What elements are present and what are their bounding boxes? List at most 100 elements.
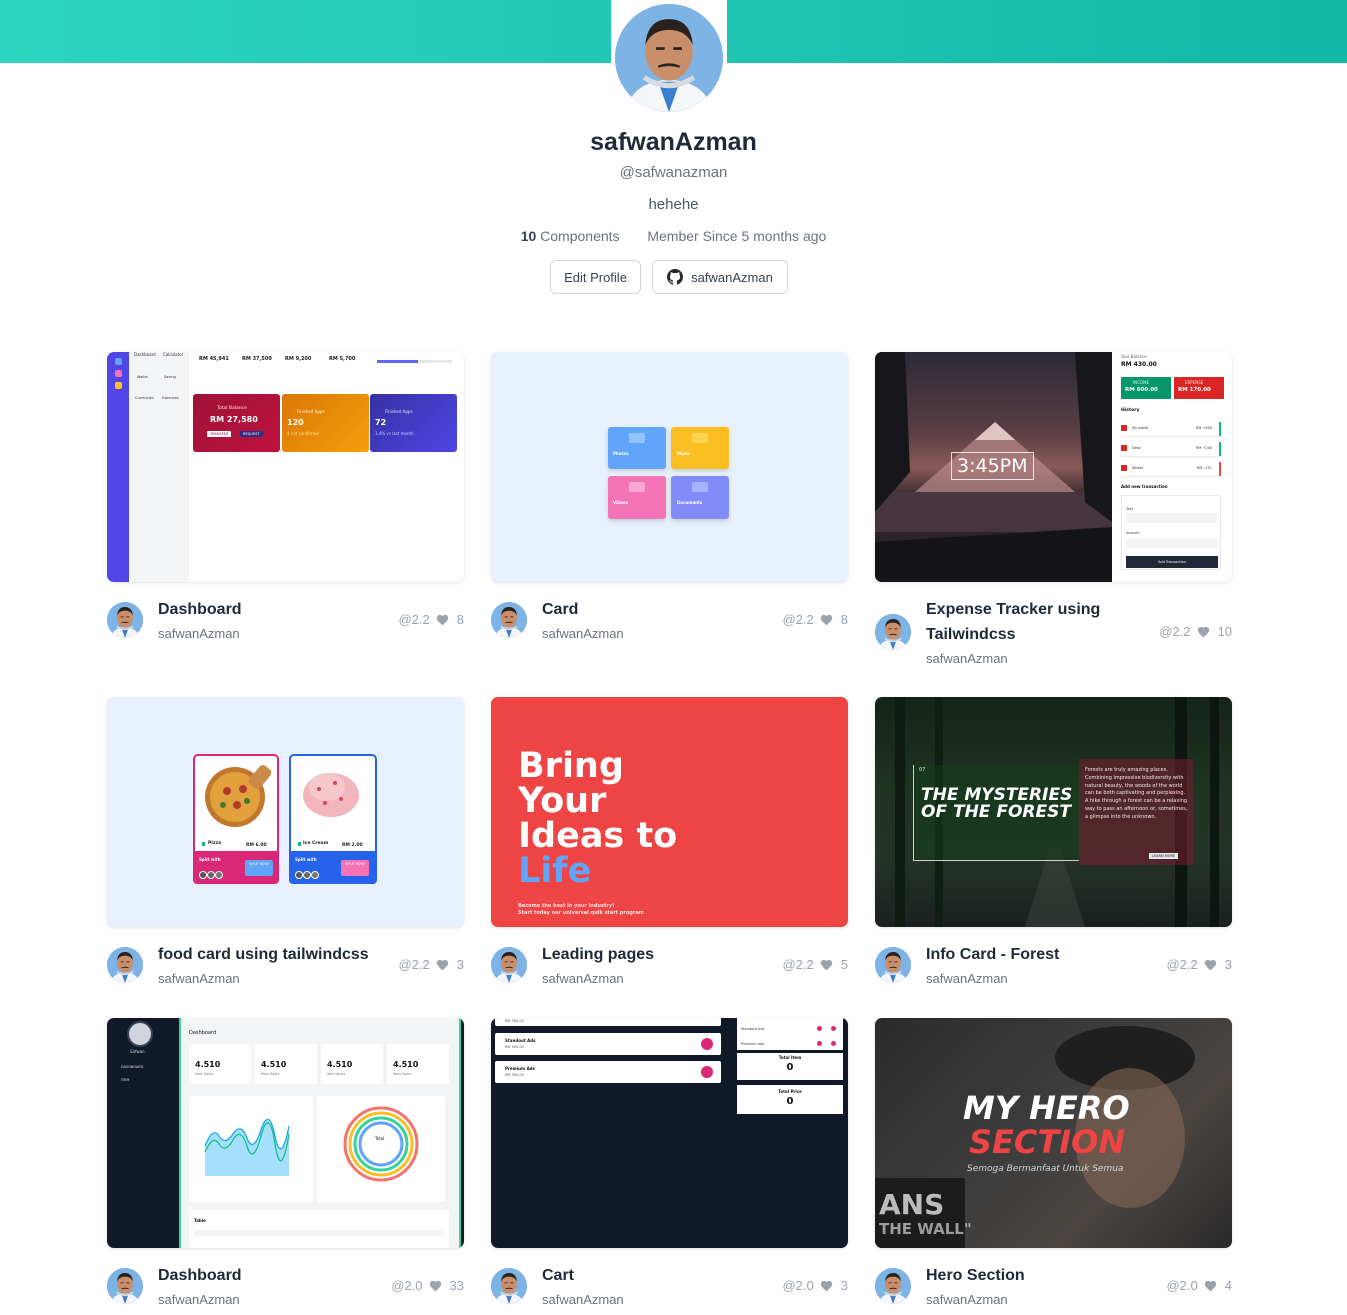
forest-title-2: OF THE FOREST (921, 802, 1071, 822)
heart-icon[interactable] (820, 1280, 833, 1292)
version-badge: @2.2 (398, 612, 430, 627)
component-title[interactable]: Cart (542, 1263, 574, 1288)
author-avatar[interactable] (491, 602, 527, 638)
like-count: 10 (1217, 624, 1232, 639)
heart-icon[interactable] (436, 614, 449, 626)
heart-icon[interactable] (1204, 1280, 1217, 1292)
food-price-2: RM 2.00 (342, 843, 363, 848)
expense-income: RM 600.00 (1125, 387, 1158, 393)
dash2-stat-2: 4.510 (261, 1060, 287, 1069)
component-preview[interactable]: 07 THE MYSTERIES OF THE FOREST Forests a… (875, 697, 1232, 927)
dash1-stat-1: RM 45,941 (199, 356, 229, 362)
dash1-nav-saving: Saving (164, 375, 176, 379)
profile-stats: 10 Components Member Since 5 months ago (0, 228, 1347, 244)
version-badge: @2.2 (782, 612, 814, 627)
component-title[interactable]: Info Card - Forest (926, 942, 1059, 967)
dash2-table-title: Table (194, 1218, 206, 1223)
component-title[interactable]: Card (542, 597, 578, 622)
dash1-apps2-sub: 3.4% vs last month (375, 431, 414, 436)
version-badge: @2.2 (398, 957, 430, 972)
component-stats: @2.2 8 (398, 612, 464, 627)
component-preview[interactable]: Bring Your Ideas to Life Become the best… (491, 697, 848, 927)
leading-sub-1: Become the best in your industry! (518, 903, 615, 909)
like-count: 33 (449, 1278, 464, 1293)
dash1-request-button: REQUEST (240, 431, 263, 437)
component-title[interactable]: Hero Section (926, 1263, 1025, 1288)
expense-clock: 3:45PM (951, 452, 1034, 480)
expense-text-label: Text (1126, 507, 1134, 511)
component-author[interactable]: safwanAzman (926, 1292, 1008, 1307)
component-preview[interactable]: Photos Music Videos Documents (491, 352, 848, 582)
component-title-line-2[interactable]: Tailwindcss (926, 622, 1016, 647)
profile-bio: hehehe (648, 196, 699, 213)
cart-total-price-value: 0 (786, 1096, 794, 1107)
component-author[interactable]: safwanAzman (926, 651, 1008, 666)
component-title[interactable]: food card using tailwindcss (158, 942, 369, 967)
edit-profile-button[interactable]: Edit Profile (550, 260, 641, 294)
profile-handle: @safwanazman (619, 164, 728, 181)
author-avatar[interactable] (491, 947, 527, 983)
github-profile-button[interactable]: safwanAzman (652, 260, 788, 294)
author-avatar[interactable] (875, 614, 911, 650)
author-avatar[interactable] (107, 602, 143, 638)
author-avatar[interactable] (107, 947, 143, 983)
dash2-stat-3: 4.510 (327, 1060, 353, 1069)
expense-item-3-amount: RM -170 (1197, 466, 1212, 470)
heart-icon[interactable] (429, 1280, 442, 1292)
heart-icon[interactable] (436, 959, 449, 971)
author-avatar[interactable] (875, 947, 911, 983)
version-badge: @2.2 (1159, 624, 1191, 639)
component-title[interactable]: Dashboard (158, 597, 242, 622)
ice-cream-image (303, 773, 359, 817)
heart-icon[interactable] (1197, 626, 1210, 638)
heart-icon[interactable] (820, 614, 833, 626)
author-avatar[interactable] (491, 1268, 527, 1304)
component-author[interactable]: safwanAzman (542, 626, 624, 641)
cart-summary-standout: Standout Ads (741, 1027, 765, 1031)
component-preview[interactable]: 3:45PM Your Balance RM 430.00 INCOME RM … (875, 352, 1232, 582)
profile-avatar (611, 0, 727, 112)
component-preview[interactable]: Pizza RM 6.00 Split with SPLIT NOW Ice C… (107, 697, 464, 927)
leading-line-3: Ideas to (518, 816, 678, 856)
dash1-apps-label: Finished Apps (297, 409, 325, 414)
expense-item-2-amount: RM +200 (1196, 446, 1213, 450)
hero-bg-text-2: THE WALL" (879, 1220, 972, 1238)
github-label: safwanAzman (691, 269, 773, 285)
food-split-label-2: Split with (295, 857, 317, 862)
card-documents: Documents (677, 500, 703, 505)
component-preview[interactable]: ANS THE WALL" MY HERO SECTION Semoga Ber… (875, 1018, 1232, 1248)
food-price-1: RM 6.00 (246, 843, 267, 848)
component-preview[interactable]: Safwan DASHBOARD ITEM Dashboard 4.510 It… (107, 1018, 464, 1248)
like-count: 4 (1224, 1278, 1232, 1293)
component-stats: @2.2 8 (782, 612, 848, 627)
version-badge: @2.0 (782, 1278, 814, 1293)
component-author[interactable]: safwanAzman (542, 971, 624, 986)
author-avatar[interactable] (107, 1268, 143, 1304)
member-since: Member Since 5 months ago (647, 228, 827, 244)
component-title[interactable]: Dashboard (158, 1263, 242, 1288)
card-music: Music (677, 451, 690, 456)
like-count: 8 (840, 612, 848, 627)
component-title[interactable]: Expense Tracker using (926, 597, 1100, 622)
heart-icon[interactable] (1204, 959, 1217, 971)
expense-expense-label: EXPENSE (1185, 380, 1204, 385)
component-preview[interactable]: Dashboard Calculator Wallet Saving Curre… (107, 352, 464, 582)
cart-price-top: RM 500.00 (505, 1019, 524, 1023)
component-author[interactable]: safwanAzman (926, 971, 1008, 986)
github-icon (667, 269, 684, 285)
component-preview[interactable]: RM 500.00 Standout Ads RM 500.00 Premium… (491, 1018, 848, 1248)
components-count: 10 (520, 228, 537, 244)
component-stats: @2.0 3 (782, 1278, 848, 1293)
component-author[interactable]: safwanAzman (158, 971, 240, 986)
forest-description: Forests are truly amazing places. Combin… (1085, 767, 1188, 820)
components-label: Components (540, 228, 620, 244)
component-author[interactable]: safwanAzman (158, 1292, 240, 1307)
like-count: 3 (840, 1278, 848, 1293)
cart-summary-premium: Premium Ads (741, 1042, 765, 1046)
author-avatar[interactable] (875, 1268, 911, 1304)
component-author[interactable]: safwanAzman (542, 1292, 624, 1307)
component-author[interactable]: safwanAzman (158, 626, 240, 641)
version-badge: @2.2 (782, 957, 814, 972)
component-title[interactable]: Leading pages (542, 942, 654, 967)
heart-icon[interactable] (820, 959, 833, 971)
